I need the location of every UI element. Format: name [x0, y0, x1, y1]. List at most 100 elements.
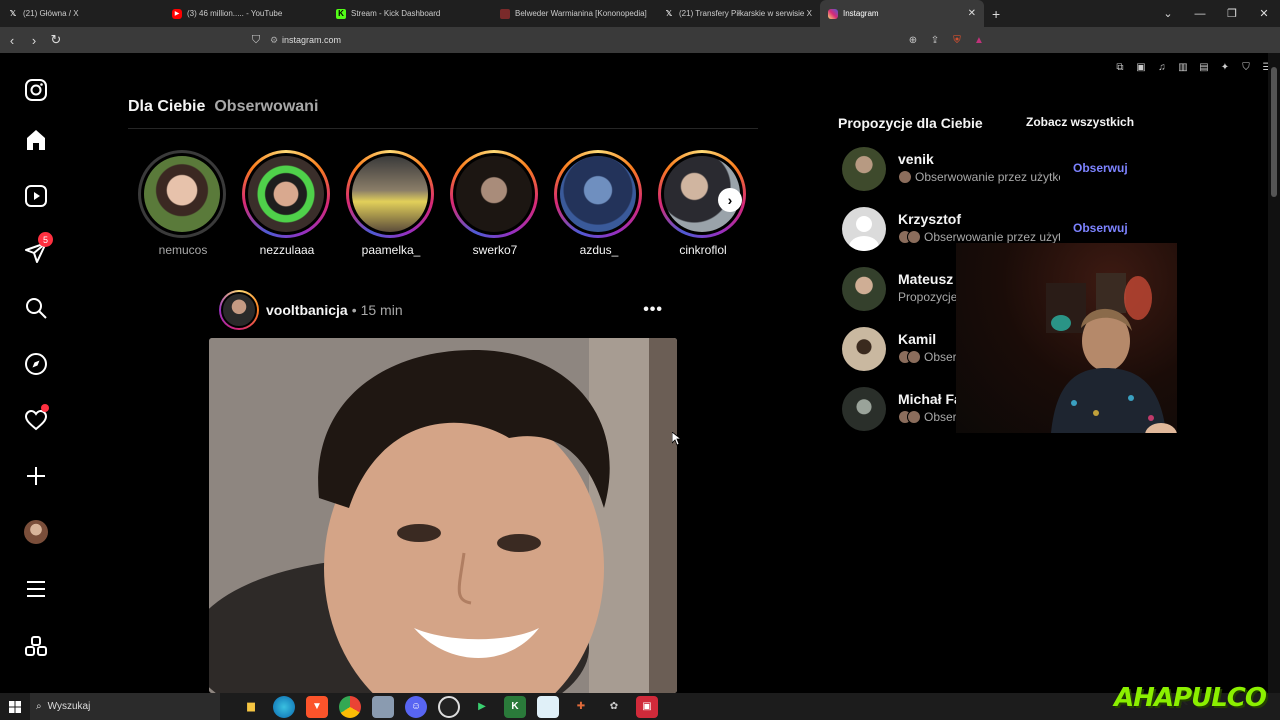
extensions-icon[interactable]: ⧉	[1111, 58, 1129, 76]
tool-app-icon[interactable]: ✚	[570, 696, 592, 718]
suggestion-avatar[interactable]	[842, 267, 886, 311]
browser-tab[interactable]: Belweder Warmianina [Kononopedia]	[492, 0, 656, 27]
instagram-sidebar: 5	[0, 53, 72, 693]
story-username: azdus_	[579, 243, 619, 257]
instagram-icon	[828, 8, 838, 19]
back-icon[interactable]: ‹	[2, 30, 22, 50]
post-more-options-icon[interactable]: •••	[643, 301, 663, 319]
follow-button[interactable]: Obserwuj	[1073, 221, 1128, 235]
vpn-icon[interactable]: ⛉	[1237, 58, 1255, 76]
story-item[interactable]: nezzulaaa	[242, 150, 332, 257]
search-icon[interactable]	[22, 294, 50, 322]
file-explorer-icon[interactable]: ▆	[240, 696, 262, 718]
home-icon[interactable]	[22, 126, 50, 154]
close-icon[interactable]: ✕	[1248, 0, 1280, 27]
search-icon: ⌕	[36, 701, 42, 712]
wallet-icon[interactable]: ▤	[1195, 58, 1213, 76]
post-image[interactable]	[209, 338, 677, 693]
edge-icon[interactable]	[273, 695, 295, 718]
app-icon[interactable]	[372, 695, 394, 718]
app-icon[interactable]: ▣	[636, 695, 658, 718]
sidebar-icon[interactable]: ▥	[1174, 58, 1192, 76]
share-icon[interactable]: ⇪	[926, 31, 944, 49]
tab-following[interactable]: Obserwowani	[214, 98, 318, 116]
browser-tab[interactable]: ▶ (3) 46 million..... - YouTube	[164, 0, 328, 27]
kick-app-icon[interactable]: K	[504, 695, 526, 718]
messages-icon[interactable]: 5	[22, 232, 53, 266]
follow-button[interactable]: Obserwuj	[1073, 161, 1128, 175]
discord-icon[interactable]: ☺	[405, 695, 427, 718]
create-plus-icon[interactable]	[22, 462, 50, 490]
suggestion-avatar[interactable]	[842, 387, 886, 431]
instagram-logo-icon[interactable]	[22, 76, 50, 104]
suggestion-username[interactable]: Krzysztof	[898, 211, 961, 227]
story-username: paamelka_	[361, 243, 421, 257]
story-avatar	[456, 156, 532, 232]
see-all-link[interactable]: Zobacz wszystkich	[1026, 115, 1134, 129]
brave-shield-icon[interactable]: ⛨	[948, 31, 966, 49]
x-icon: 𝕏	[9, 9, 17, 18]
reels-icon[interactable]	[22, 182, 50, 210]
url-text[interactable]: instagram.com	[282, 35, 341, 45]
extensions-toolbar: ⧉ ▣ ♫ ▥ ▤ ✦ ⛉ ☰	[1111, 58, 1276, 76]
reload-icon[interactable]: ↻	[46, 30, 66, 50]
chrome-icon[interactable]	[339, 695, 361, 718]
suggestion-username[interactable]: Kamil	[898, 331, 936, 347]
windows-start-icon[interactable]	[0, 700, 30, 713]
notifications-heart-icon[interactable]	[22, 404, 50, 434]
story-item[interactable]: azdus_	[554, 150, 644, 257]
restore-icon[interactable]: ❐	[1216, 0, 1248, 27]
story-item[interactable]: paamelka_	[346, 150, 436, 257]
bookmark-icon[interactable]: ⛉	[246, 34, 266, 47]
suggestion-username[interactable]: Mateusz	[898, 271, 953, 287]
obs-icon[interactable]	[438, 695, 460, 718]
tab-for-you[interactable]: Dla Ciebie	[128, 98, 205, 116]
brave-icon[interactable]: ▼	[306, 695, 328, 718]
wallet-icon[interactable]: ▣	[1132, 58, 1150, 76]
post-time: 15 min	[360, 302, 403, 318]
taskbar-search[interactable]: ⌕ Wyszukaj	[30, 693, 220, 720]
profile-avatar[interactable]	[22, 518, 50, 546]
address-bar: ‹ › ↻ ⛉ ⚙ instagram.com ⊕ ⇪ ⛨ ▲ ⧉ ▣ ♫ ▥ …	[0, 27, 1280, 73]
leo-icon[interactable]: ✦	[1216, 58, 1234, 76]
webcam-overlay	[956, 243, 1177, 433]
close-tab-icon[interactable]: ✕	[968, 8, 976, 19]
story-item[interactable]: nemucos	[138, 150, 228, 257]
browser-tab[interactable]: K Stream - Kick Dashboard	[328, 0, 492, 27]
brave-rewards-icon[interactable]: ▲	[970, 31, 988, 49]
notepad-icon[interactable]	[537, 695, 559, 718]
default-avatar-icon[interactable]	[842, 207, 886, 251]
post-author-avatar[interactable]	[219, 290, 259, 330]
url-field[interactable]: ⛉ ⚙ instagram.com ⊕ ⇪ ⛨ ▲	[246, 30, 988, 50]
story-item[interactable]: swerko7	[450, 150, 540, 257]
also-from-meta-icon[interactable]	[22, 632, 50, 660]
music-icon[interactable]: ♫	[1153, 58, 1171, 76]
site-info-icon[interactable]: ⚙	[266, 35, 282, 46]
browser-tab[interactable]: 𝕏 (21) Transfery Piłkarskie w serwisie X	[656, 0, 820, 27]
suggestion-avatar[interactable]	[842, 147, 886, 191]
media-app-icon[interactable]: ▶	[471, 696, 493, 718]
zoom-icon[interactable]: ⊕	[904, 31, 922, 49]
chevron-down-icon[interactable]: ⌄	[1152, 0, 1184, 27]
minimize-icon[interactable]: —	[1184, 0, 1216, 27]
story-username: nezzulaaa	[259, 243, 315, 257]
suggestion-username[interactable]: venik	[898, 151, 934, 167]
browser-tab-active[interactable]: Instagram ✕	[820, 0, 984, 27]
new-tab-button[interactable]: +	[984, 6, 1008, 22]
forward-icon[interactable]: ›	[24, 30, 44, 50]
story-avatar	[560, 156, 636, 232]
page-scrollbar[interactable]	[1268, 53, 1280, 693]
suggestion-avatar[interactable]	[842, 327, 886, 371]
app-icon[interactable]: ✿	[603, 696, 625, 718]
post-author-username[interactable]: vooltbanicja	[266, 302, 348, 318]
scrollbar-thumb[interactable]	[1271, 67, 1277, 197]
browser-tab[interactable]: 𝕏 (21) Główna / X	[0, 0, 164, 27]
divider	[128, 128, 758, 129]
more-menu-icon[interactable]	[22, 575, 50, 603]
suggestion-username[interactable]: Michał Fa	[898, 391, 962, 407]
windows-taskbar: ⌕ Wyszukaj ▆ ▼ ☺ ▶ K ✚ ✿ ▣	[0, 693, 1280, 720]
stories-next-button[interactable]: ›	[718, 188, 742, 212]
explore-icon[interactable]	[22, 350, 50, 378]
tab-title: Instagram	[843, 9, 879, 18]
tab-title: (21) Główna / X	[23, 9, 79, 18]
